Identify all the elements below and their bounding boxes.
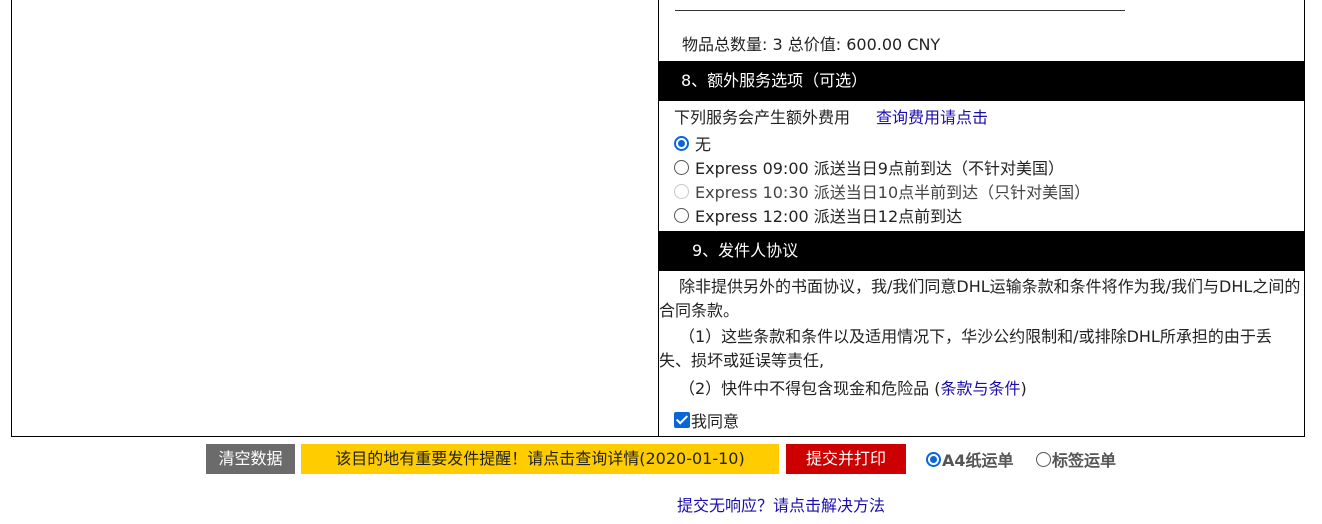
extra-fee-text: 下列服务会产生额外费用: [674, 108, 851, 127]
service-option-label: 无: [695, 135, 712, 154]
agreement-paragraph-3: （2）快件中不得包含现金和危险品 (条款与条件): [679, 379, 1027, 398]
form-container: 物品总数量: 3 总价值: 600.00 CNY 8、额外服务选项（可选） 下列…: [11, 0, 1305, 437]
shipment-summary: 物品总数量: 3 总价值: 600.00 CNY: [682, 35, 941, 54]
terms-link[interactable]: 条款与条件: [941, 379, 1021, 398]
right-pane: 物品总数量: 3 总价值: 600.00 CNY 8、额外服务选项（可选） 下列…: [659, 0, 1304, 436]
service-option-label: Express 10:30 派送当日10点半前到达（只针对美国）: [695, 183, 1091, 202]
radio-icon[interactable]: [926, 451, 941, 467]
service-option-express-1030: Express 10:30 派送当日10点半前到达（只针对美国）: [674, 180, 1090, 202]
radio-icon[interactable]: [674, 135, 689, 151]
radio-icon[interactable]: [1036, 451, 1051, 467]
agree-checkbox[interactable]: 我同意: [674, 408, 739, 432]
service-option-express-0900[interactable]: Express 09:00 派送当日9点前到达（不针对美国）: [674, 156, 1064, 178]
divider: [675, 10, 1125, 11]
section-extra-services-title: 8、额外服务选项（可选）: [659, 61, 1304, 101]
section-agreement-title: 9、发件人协议: [659, 231, 1304, 271]
service-option-label: Express 12:00 派送当日12点前到达: [695, 207, 963, 226]
submit-help-link[interactable]: 提交无响应？请点击解决方法: [677, 492, 885, 516]
radio-icon[interactable]: [674, 207, 689, 223]
format-option-label: 标签运单: [1052, 451, 1117, 470]
extra-fee-note: 下列服务会产生额外费用 查询费用请点击: [674, 104, 988, 128]
agree-label: 我同意: [691, 412, 740, 431]
service-option-express-1200[interactable]: Express 12:00 派送当日12点前到达: [674, 204, 962, 226]
radio-icon[interactable]: [674, 159, 689, 175]
service-option-label: Express 09:00 派送当日9点前到达（不针对美国）: [695, 159, 1064, 178]
destination-alert-button[interactable]: 该目的地有重要发件提醒！请点击查询详情(2020-01-10): [301, 444, 779, 474]
agreement-paragraph-2: （1）这些条款和条件以及适用情况下，华沙公约限制和/或排除DHL所承担的由于丢失…: [659, 327, 1272, 370]
format-option-label-waybill[interactable]: 标签运单: [1036, 448, 1116, 470]
checkbox-checked-icon[interactable]: [674, 412, 690, 428]
submit-print-button[interactable]: 提交并打印: [786, 444, 906, 474]
radio-icon: [674, 183, 689, 199]
left-pane: [12, 0, 659, 436]
agreement-paragraph-1: 除非提供另外的书面协议，我/我们同意DHL运输条款和条件将作为我/我们与DHL之…: [659, 277, 1301, 320]
fee-query-link[interactable]: 查询费用请点击: [876, 108, 988, 127]
clear-data-button[interactable]: 清空数据: [206, 444, 295, 474]
format-option-label: A4纸运单: [942, 451, 1014, 470]
format-option-a4[interactable]: A4纸运单: [926, 448, 1014, 470]
service-option-none[interactable]: 无: [674, 132, 711, 154]
